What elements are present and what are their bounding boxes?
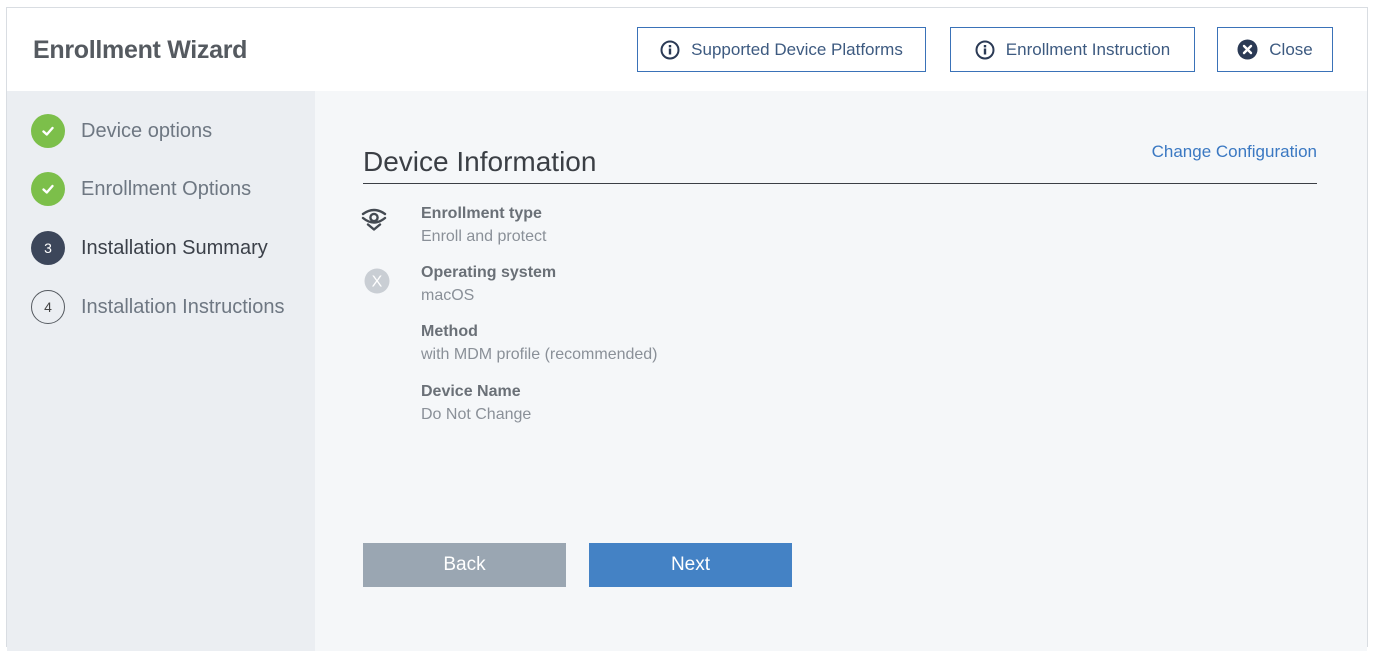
info-value: macOS <box>421 287 475 304</box>
change-configuration-link[interactable]: Change Configuration <box>1152 142 1317 162</box>
main-content: Device Information Change Configuration … <box>315 91 1367 651</box>
info-icon <box>660 40 680 60</box>
eye-shield-icon <box>361 205 387 236</box>
supported-device-platforms-label: Supported Device Platforms <box>691 39 903 59</box>
enrollment-type-item: Enrollment type Enroll and protect <box>421 205 546 246</box>
step-number-badge: 4 <box>31 290 65 324</box>
wizard-header: Enrollment Wizard Supported Device Platf… <box>7 8 1367 91</box>
wizard-title: Enrollment Wizard <box>33 36 248 64</box>
back-button[interactable]: Back <box>363 543 566 587</box>
enrollment-instruction-label: Enrollment Instruction <box>1005 39 1171 59</box>
macos-x-icon: X <box>364 268 390 299</box>
step-label: Enrollment Options <box>81 177 252 200</box>
wizard-steps-sidebar: Device options Enrollment Options 3 Inst… <box>7 91 315 651</box>
info-value: with MDM profile (recommended) <box>421 346 658 363</box>
info-value: Enroll and protect <box>421 228 547 245</box>
step-device-options[interactable]: Device options <box>31 114 212 148</box>
close-icon <box>1237 39 1258 60</box>
close-label: Close <box>1269 39 1313 59</box>
step-label: Installation Summary <box>81 236 268 259</box>
info-label: Device Name <box>421 383 521 400</box>
step-label: Installation Instructions <box>81 295 285 318</box>
enrollment-instruction-button[interactable]: Enrollment Instruction <box>950 27 1195 72</box>
operating-system-item: Operating system macOS <box>421 264 556 305</box>
check-icon <box>31 114 65 148</box>
info-label: Enrollment type <box>421 205 542 222</box>
info-label: Method <box>421 323 478 340</box>
step-installation-instructions: 4 Installation Instructions <box>31 290 284 324</box>
supported-device-platforms-button[interactable]: Supported Device Platforms <box>637 27 926 72</box>
step-enrollment-options[interactable]: Enrollment Options <box>31 172 251 206</box>
svg-text:X: X <box>372 274 383 291</box>
info-icon <box>975 40 995 60</box>
info-value: Do Not Change <box>421 406 532 423</box>
section-divider <box>363 183 1317 184</box>
step-number-badge: 3 <box>31 231 65 265</box>
step-label: Device options <box>81 119 213 142</box>
step-installation-summary: 3 Installation Summary <box>31 231 268 265</box>
section-title: Device Information <box>363 146 597 177</box>
next-button[interactable]: Next <box>589 543 792 587</box>
info-label: Operating system <box>421 264 557 281</box>
method-item: Method with MDM profile (recommended) <box>421 323 658 364</box>
device-name-item: Device Name Do Not Change <box>421 383 531 424</box>
enrollment-wizard-window: Enrollment Wizard Supported Device Platf… <box>6 7 1368 651</box>
check-icon <box>31 172 65 206</box>
close-button[interactable]: Close <box>1217 27 1333 72</box>
